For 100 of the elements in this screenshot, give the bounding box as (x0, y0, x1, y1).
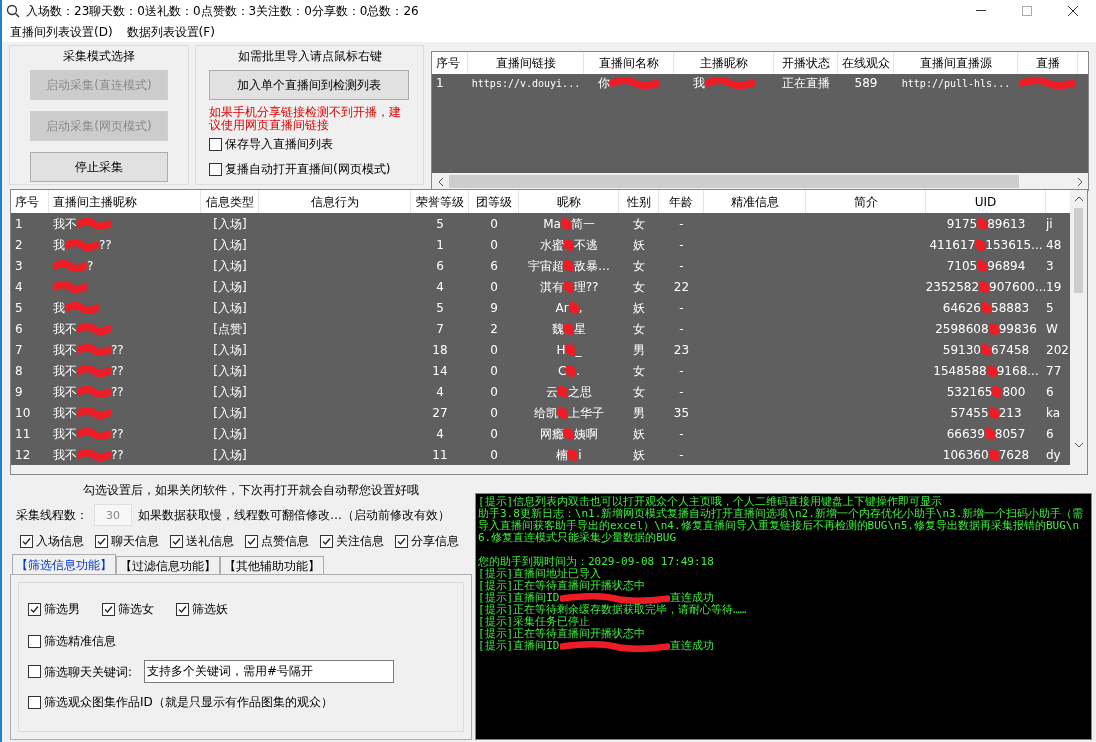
info-type-checkbox[interactable]: 关注信息 (320, 532, 384, 550)
column-header[interactable]: 直播间链接 (468, 52, 584, 74)
redaction-mark (568, 448, 579, 461)
info-type-checkbox[interactable]: 分享信息 (395, 532, 459, 550)
column-header[interactable]: 荣誉等级 (411, 190, 469, 213)
column-header[interactable]: 信息类型 (201, 190, 259, 213)
table-cell-text: 800 (1002, 383, 1026, 401)
checkbox[interactable] (95, 534, 108, 548)
menu-item[interactable]: 数据列表设置(F) (126, 23, 215, 41)
table-cell-text: 35 (673, 404, 690, 422)
column-header[interactable]: 性别 (619, 190, 659, 213)
menu-item[interactable]: 直播间列表设置(D) (10, 23, 113, 41)
table-cell-text: 我不 (53, 320, 77, 338)
redaction-mark (564, 427, 574, 440)
table-cell-text: 上华子 (568, 404, 604, 422)
column-header[interactable]: 直播间名称 (584, 52, 674, 74)
check-icon (247, 536, 256, 546)
keyword-field[interactable]: 支持多个关键词，需用#号隔开 (144, 660, 395, 683)
table-cell-text: - (679, 425, 684, 443)
filter-checkbox[interactable]: 筛选男 (28, 600, 80, 618)
column-header[interactable]: 直播间主播昵称 (49, 190, 201, 213)
table-cell-text: 7105 (946, 257, 978, 275)
column-header[interactable]: 序号 (432, 52, 468, 74)
mode-button[interactable]: 停止采集 (30, 152, 168, 182)
scrollbar-thumb[interactable] (449, 175, 1019, 188)
table-cell-text: [入场] (213, 278, 247, 296)
table-cell-text: [入场] (213, 299, 247, 317)
table-cell-text: - (679, 362, 684, 380)
redaction-mark (566, 364, 577, 377)
column-header[interactable]: 序号 (11, 190, 49, 213)
checkbox[interactable] (209, 162, 222, 176)
filter-checkbox[interactable]: 筛选精准信息 (28, 632, 463, 650)
table-cell-text: 0 (490, 215, 498, 233)
check-icon (30, 604, 39, 614)
tab[interactable]: 【其他辅助功能】 (220, 556, 324, 574)
tab[interactable]: 【筛选信息功能】 (12, 554, 116, 574)
checkbox[interactable] (209, 137, 222, 151)
column-header[interactable]: 直播间直播源 (894, 52, 1018, 74)
option-checkbox[interactable]: 保存导入直播间列表 (209, 135, 410, 153)
table-cell-text: ji (1046, 215, 1053, 233)
table-cell-text: [入场] (213, 236, 247, 254)
redaction-mark (988, 448, 999, 461)
checkbox[interactable] (170, 534, 183, 548)
table-cell-text: ?? (111, 425, 124, 443)
table-cell-text: 0 (490, 446, 498, 464)
column-header[interactable]: 精准信息 (704, 190, 806, 213)
column-header[interactable]: 直播 (1018, 52, 1078, 74)
column-header[interactable]: 信息行为 (259, 190, 411, 213)
checkbox[interactable] (28, 634, 41, 648)
table-cell-text: 3 (1046, 257, 1054, 275)
column-header[interactable]: 主播昵称 (674, 52, 774, 74)
table-cell-text: ?? (111, 383, 124, 401)
checkbox[interactable] (320, 534, 333, 548)
checkbox[interactable] (245, 534, 258, 548)
table-cell-text: 理?? (573, 278, 599, 296)
table-cell-text: 我不 (53, 425, 77, 443)
table-cell-text: ka (1046, 404, 1061, 422)
table-cell-text: 妖 (633, 236, 645, 254)
table-cell-text: 4 (436, 278, 444, 296)
table-cell-text: 4 (436, 383, 444, 401)
filter-checkbox[interactable]: 筛选女 (102, 600, 154, 618)
column-header[interactable]: 年龄 (659, 190, 704, 213)
add-room-button[interactable]: 加入单个直播间到检测列表 (209, 70, 409, 100)
check-icon (397, 536, 406, 546)
column-header[interactable]: 简介 (806, 190, 926, 213)
checkbox[interactable] (28, 602, 41, 616)
column-header[interactable]: 在线观众 (838, 52, 894, 74)
checkbox[interactable] (102, 602, 115, 616)
tab[interactable]: 【过滤信息功能】 (116, 556, 220, 574)
filter-checkbox[interactable]: 筛选聊天关键词: (28, 662, 133, 681)
checkbox[interactable] (395, 534, 408, 548)
info-type-checkbox[interactable]: 点赞信息 (245, 532, 309, 550)
info-type-checkbox[interactable]: 入场信息 (20, 532, 84, 550)
checkbox[interactable] (28, 695, 41, 709)
checkbox[interactable] (20, 534, 33, 548)
column-header[interactable]: 开播状态 (774, 52, 838, 74)
scrollbar-thumb[interactable] (1074, 208, 1083, 293)
checkbox[interactable] (176, 602, 189, 616)
table-cell-text: - (679, 383, 684, 401)
info-type-checkbox[interactable]: 聊天信息 (95, 532, 159, 550)
redaction-mark (53, 259, 87, 272)
column-header[interactable]: 昵称 (519, 190, 619, 213)
option-checkbox[interactable]: 复播自动打开直播间(网页模式) (209, 160, 410, 178)
threads-note: 如果数据获取慢，线程数可翻倍修改…（启动前修改有效） (138, 507, 450, 524)
info-type-checkbox[interactable]: 送礼信息 (170, 532, 234, 550)
table-cell-text: 3 (15, 257, 23, 275)
table-cell-text: 4 (15, 278, 23, 296)
log-line: [提示]直播间地址已导入 (478, 567, 602, 580)
log-line: [提示]采集任务已停止 (478, 615, 591, 628)
table-cell-text: 99836 (998, 320, 1037, 338)
column-header[interactable]: 团等级 (469, 190, 519, 213)
table-cell-text: 5 (15, 299, 23, 317)
table-cell-text: 64626 (942, 299, 981, 317)
filter-checkbox[interactable]: 筛选观众图集作品ID（就是只显示有作品图集的观众） (28, 693, 463, 711)
filter-checkbox[interactable]: 筛选妖 (176, 600, 228, 618)
vertical-scrollbar[interactable] (1070, 190, 1087, 474)
checkbox[interactable] (28, 665, 41, 678)
column-header[interactable]: UID (926, 190, 1046, 213)
redaction-mark (560, 217, 571, 230)
table-cell-text: 0 (490, 236, 498, 254)
